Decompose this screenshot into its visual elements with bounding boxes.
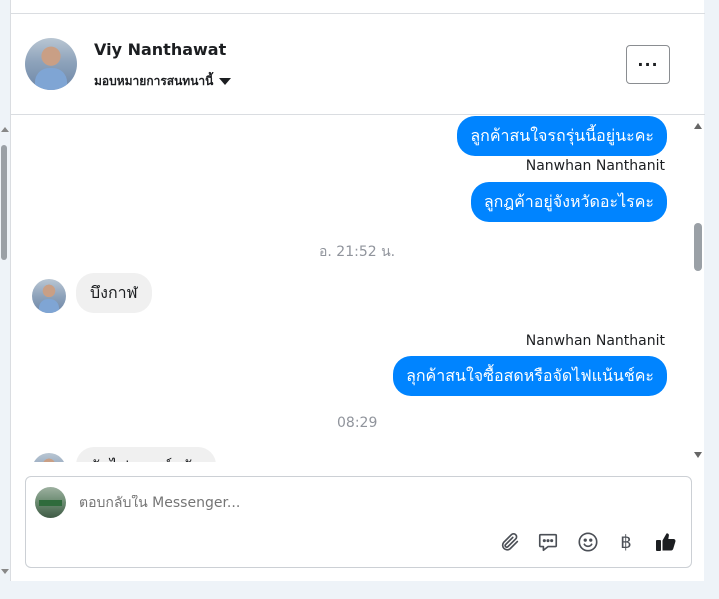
outgoing-message[interactable]: ลูกค้าสนใจรถรุ่นนี้อยู่นะคะ [457,116,667,156]
incoming-message[interactable]: บึงกาฬ [76,273,152,313]
message-thread[interactable]: ลูกค้าสนใจรถรุ่นนี้อยู่นะคะ Nanwhan Nant… [11,115,705,462]
baht-icon[interactable]: ฿ [614,530,638,554]
conversation-header: Viy Nanthawat มอบหมายการสนทนานี้ ··· [11,14,705,115]
scroll-thumb[interactable] [694,223,702,271]
contact-avatar[interactable] [25,38,77,90]
timestamp: อ. 21:52 น. [319,244,396,260]
more-options-button[interactable]: ··· [626,45,670,84]
page-avatar [35,487,66,518]
thumbs-up-icon[interactable] [654,530,678,554]
scroll-up-arrow-icon[interactable] [694,123,702,129]
page-scrollbar[interactable] [0,125,9,580]
contact-avatar-small[interactable] [32,453,66,462]
caret-down-icon [219,78,232,85]
conversation-panel: Viy Nanthawat มอบหมายการสนทนานี้ ··· ลูก… [10,0,705,581]
scroll-down-arrow-icon[interactable] [694,452,702,458]
sender-name: Nanwhan Nanthanit [525,333,665,349]
sender-name: Nanwhan Nanthanit [525,158,665,174]
paperclip-icon[interactable] [498,530,522,554]
scroll-down-arrow-icon[interactable] [1,569,9,574]
contact-avatar-small[interactable] [32,279,66,313]
reply-input[interactable] [79,495,479,511]
incoming-message[interactable]: จัดไฟแนนซ์ครับ [76,447,216,462]
thread-scrollbar[interactable] [692,123,704,458]
scroll-up-arrow-icon[interactable] [1,127,9,132]
outgoing-message[interactable]: ลูกฎค้าอยู่จังหวัดอะไรคะ [470,182,667,222]
outgoing-message[interactable]: ลุกค้าสนใจซื้อสดหรือจัดไฟแน้นช์คะ [393,356,667,396]
scroll-thumb[interactable] [1,145,7,260]
assign-conversation-dropdown[interactable]: มอบหมายการสนทนานี้ [94,72,232,91]
timestamp: 08:29 [337,415,378,431]
smiley-icon[interactable] [576,530,600,554]
currency-symbol: ฿ [620,531,632,553]
chat-bubble-icon[interactable] [536,530,560,554]
reply-composer: ฿ [25,476,692,568]
assign-conversation-label: มอบหมายการสนทนานี้ [94,74,214,88]
contact-name[interactable]: Viy Nanthawat [94,40,226,59]
